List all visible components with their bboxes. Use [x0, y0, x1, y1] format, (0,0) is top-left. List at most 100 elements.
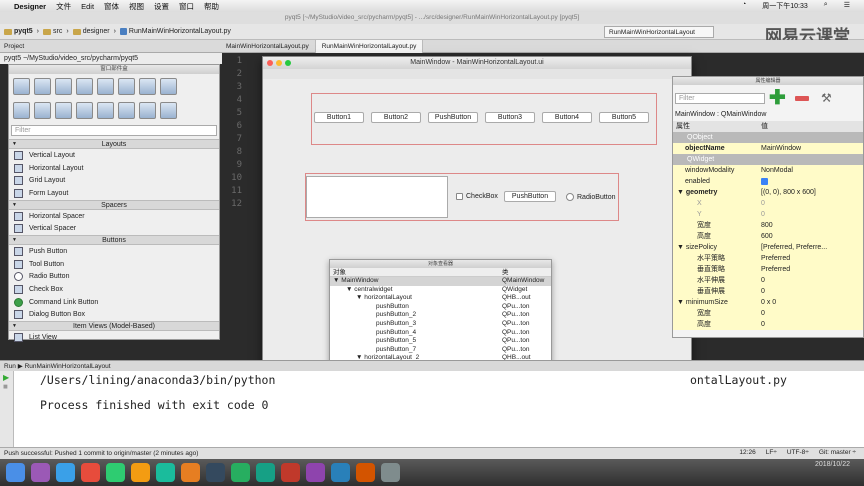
finder-icon[interactable] [6, 463, 25, 482]
property-row[interactable]: ▼ sizePolicy [Preferred, Preferre... [673, 242, 863, 253]
form-radiobutton[interactable]: RadioButton [566, 193, 616, 201]
widget-push-button[interactable]: Push Button [9, 245, 219, 258]
tree-row[interactable]: ▼ horizontalLayout QHB...out [330, 294, 551, 303]
menu-window[interactable]: 窗口 [179, 1, 194, 12]
property-row[interactable]: 水平策略 Preferred [673, 253, 863, 264]
remove-property-icon[interactable] [795, 96, 809, 101]
horizontal-layout-2[interactable]: CheckBox PushButton RadioButton [305, 173, 619, 221]
property-row[interactable]: ▼ minimumSize 0 x 0 [673, 297, 863, 308]
run-console[interactable]: /Users/lining/anaconda3/bin/python ontal… [0, 371, 864, 447]
form-button-2[interactable]: Button2 [371, 112, 421, 123]
widget-box-title[interactable]: 窗口部件盒 [9, 65, 219, 74]
form-button-5[interactable]: Button5 [599, 112, 649, 123]
designer-icon[interactable] [256, 463, 275, 482]
menu-form[interactable]: 窗体 [104, 1, 119, 12]
form-menubar[interactable] [263, 69, 691, 79]
menu-list-icon[interactable]: ☰ [844, 1, 850, 11]
widget-filter-input[interactable]: Filter [11, 125, 217, 136]
property-editor-title[interactable]: 属性编辑器 [673, 77, 863, 85]
stop-icon[interactable]: ■ [0, 382, 13, 391]
form-button-4[interactable]: Button4 [542, 112, 592, 123]
adjust-size-icon[interactable] [160, 101, 177, 119]
open-form-icon[interactable] [34, 77, 51, 95]
category-item-views[interactable]: Item Views (Model-Based) [9, 321, 219, 332]
git-branch[interactable]: Git: master ÷ [819, 447, 856, 459]
form-checkbox[interactable]: CheckBox [456, 193, 498, 200]
messages-icon[interactable] [106, 463, 125, 482]
property-row[interactable]: 高度 600 [673, 231, 863, 242]
tree-row[interactable]: pushButton_3 QPu...ton [330, 320, 551, 329]
terminal-icon[interactable] [206, 463, 225, 482]
paste-icon[interactable] [97, 77, 114, 95]
widget-grid-layout[interactable]: Grid Layout [9, 174, 219, 187]
safari-icon[interactable] [56, 463, 75, 482]
minimize-window-icon[interactable] [276, 60, 282, 66]
menu-settings[interactable]: 设置 [154, 1, 169, 12]
tree-row[interactable]: pushButton_4 QPu...ton [330, 329, 551, 338]
property-group[interactable]: QObject [673, 132, 863, 143]
property-row[interactable]: Y0 [673, 209, 863, 220]
app-icon[interactable] [306, 463, 325, 482]
save-form-icon[interactable] [55, 77, 72, 95]
edit-buddies-icon[interactable] [160, 77, 177, 95]
tree-row[interactable]: pushButton QPu...ton [330, 303, 551, 312]
enabled-checkbox[interactable] [761, 178, 768, 185]
break-layout-icon[interactable] [139, 101, 156, 119]
photos-icon[interactable] [181, 463, 200, 482]
tree-row[interactable]: ▼ centralwidget QWidget [330, 286, 551, 295]
category-spacers[interactable]: Spacers [9, 199, 219, 210]
tab-run-mainwin-horizontal[interactable]: RunMainWinHorizontalLayout.py [315, 39, 424, 53]
property-row[interactable]: 垂直伸展 0 [673, 286, 863, 297]
app-icon[interactable] [331, 463, 350, 482]
col-object[interactable]: 对象 [330, 268, 502, 276]
edit-widgets-icon[interactable] [118, 77, 135, 95]
property-row[interactable]: X0 [673, 198, 863, 209]
menu-edit[interactable]: Edit [81, 2, 94, 11]
form-window-titlebar[interactable]: MainWindow - MainWinHorizontalLayout.ui [263, 57, 691, 69]
tree-row[interactable]: pushButton_2 QPu...ton [330, 311, 551, 320]
layout-form-icon[interactable] [97, 101, 114, 119]
property-row[interactable]: 水平伸展 0 [673, 275, 863, 286]
project-tool-label[interactable]: Project [0, 43, 220, 50]
add-property-icon[interactable]: ✚ [769, 88, 786, 108]
widget-list-view[interactable]: List View [9, 331, 219, 344]
horizontal-layout-1[interactable]: Button1 Button2 PushButton Button3 Butto… [311, 93, 657, 145]
menu-view[interactable]: 视图 [129, 1, 144, 12]
property-row[interactable]: ▼ geometry [(0, 0), 800 x 600] [673, 187, 863, 198]
app-icon[interactable] [356, 463, 375, 482]
form-text-edit[interactable] [306, 176, 448, 218]
property-row[interactable]: windowModality NonModal [673, 165, 863, 176]
project-root-item[interactable]: pyqt5 ~/MyStudio/video_src/pycharm/pyqt5 [0, 53, 222, 64]
property-row[interactable]: enabled [673, 176, 863, 187]
configure-icon[interactable]: ⚒ [821, 91, 832, 105]
file-encoding[interactable]: UTF-8÷ [787, 447, 809, 459]
rerun-icon[interactable]: ▶ [0, 373, 13, 382]
wifi-icon[interactable]: ◔ [742, 1, 746, 11]
launchpad-icon[interactable] [31, 463, 50, 482]
notes-icon[interactable] [131, 463, 150, 482]
widget-dialog-button-box[interactable]: Dialog Button Box [9, 309, 219, 322]
line-separator[interactable]: LF÷ [766, 447, 777, 459]
property-row[interactable]: 宽度 800 [673, 220, 863, 231]
tree-row[interactable]: pushButton_5 QPu...ton [330, 337, 551, 346]
object-inspector-title[interactable]: 对象查看器 [330, 260, 551, 268]
close-window-icon[interactable] [267, 60, 273, 66]
menu-help[interactable]: 帮助 [204, 1, 219, 12]
tab-mainwin-horizontal[interactable]: MainWinHorizontalLayout.py [220, 39, 316, 53]
form-button-1[interactable]: Button1 [314, 112, 364, 123]
breadcrumb-item[interactable]: RunMainWinHorizontalLayout.py [119, 28, 231, 35]
form-pushbutton-2[interactable]: PushButton [504, 191, 556, 202]
widget-vertical-spacer[interactable]: Vertical Spacer [9, 222, 219, 235]
widget-horizontal-spacer[interactable]: Horizontal Spacer [9, 210, 219, 223]
layout-h-splitter-icon[interactable] [55, 101, 72, 119]
pycharm-icon[interactable] [231, 463, 250, 482]
trash-icon[interactable] [381, 463, 400, 482]
run-config-name[interactable]: RunMainWinHorizontalLayout [25, 363, 111, 370]
menu-file[interactable]: 文件 [56, 1, 71, 12]
tree-row[interactable]: pushButton_7 QPu...ton [330, 346, 551, 355]
widget-check-box[interactable]: Check Box [9, 283, 219, 296]
widget-command-link-button[interactable]: Command Link Button [9, 296, 219, 309]
widget-form-layout[interactable]: Form Layout [9, 187, 219, 200]
layout-vertical-icon[interactable] [34, 101, 51, 119]
run-tab-label[interactable]: Run [4, 363, 16, 370]
